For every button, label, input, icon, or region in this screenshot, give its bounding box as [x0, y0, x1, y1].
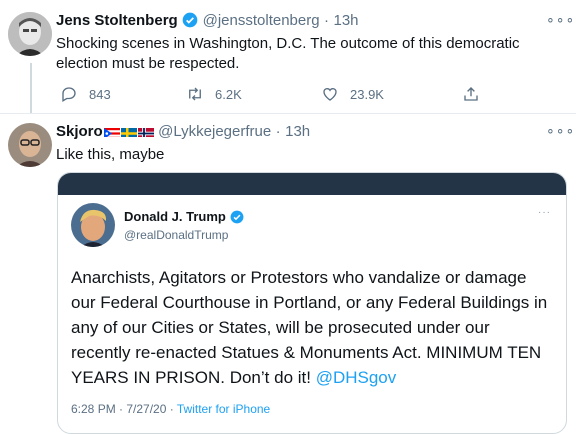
verified-icon: [230, 210, 244, 224]
embedded-timestamp: 6:28 PM · 7/27/20 ·: [71, 402, 174, 416]
author-handle[interactable]: @Lykkejegerfrue: [158, 123, 271, 140]
embedded-text-body: Anarchists, Agitators or Protestors who …: [71, 268, 548, 387]
avatar-jens[interactable]: [8, 12, 52, 56]
embedded-meta: 6:28 PM · 7/27/20 · Twitter for iPhone: [71, 402, 270, 416]
separator-dot: ·: [324, 12, 330, 29]
embedded-author-name: Donald J. Trump: [124, 209, 226, 224]
like-button[interactable]: 23.9K: [321, 85, 384, 103]
embedded-avatar-image: [71, 203, 115, 247]
embedded-author: Donald J. Trump @realDonaldTrump: [124, 208, 244, 242]
more-icon[interactable]: ∘∘∘: [546, 122, 575, 139]
avatar-skjoro[interactable]: [8, 123, 52, 167]
thread-line: [30, 63, 32, 113]
tweet-jens[interactable]: Jens Stoltenberg @jensstoltenberg · 13h …: [0, 0, 576, 113]
embedded-tweet-text: Anarchists, Agitators or Protestors who …: [71, 265, 551, 390]
tweet2-header: Skjoro @Lykkejegerfrue · 13h: [56, 123, 310, 141]
tweet1-header: Jens Stoltenberg @jensstoltenberg · 13h: [56, 12, 359, 30]
author-name[interactable]: Skjoro: [56, 123, 103, 140]
separator-dot: ·: [275, 123, 281, 140]
retweet-button[interactable]: 6.2K: [186, 85, 242, 103]
tweet-text: Like this, maybe: [56, 146, 165, 163]
like-count: 23.9K: [350, 86, 384, 102]
norway-flag-icon: [137, 126, 154, 137]
author-name[interactable]: Jens Stoltenberg: [56, 12, 178, 29]
embedded-avatar: [71, 203, 115, 247]
embedded-more-icon: ···: [538, 207, 551, 218]
more-icon[interactable]: ∘∘∘: [546, 11, 575, 28]
share-icon: [464, 87, 478, 101]
tweet-time[interactable]: 13h: [285, 123, 310, 140]
embedded-author-handle: @realDonaldTrump: [124, 228, 229, 242]
image-header-bar: [58, 173, 566, 195]
embedded-mention: @DHSgov: [315, 368, 397, 387]
reply-icon: [62, 87, 76, 102]
sweden-flag-icon: [120, 126, 137, 137]
avatar-skjoro-image: [8, 123, 52, 167]
puerto-rico-flag-icon: [103, 126, 120, 137]
author-handle[interactable]: @jensstoltenberg: [203, 12, 320, 29]
reply-count: 843: [89, 86, 111, 102]
tweet-text: Shocking scenes in Washington, D.C. The …: [56, 35, 520, 72]
like-icon: [323, 88, 337, 101]
retweet-icon: [189, 87, 201, 101]
retweet-count: 6.2K: [215, 86, 242, 102]
attached-image[interactable]: Donald J. Trump @realDonaldTrump ··· Ana…: [57, 172, 567, 434]
avatar-jens-image: [8, 12, 52, 56]
share-button[interactable]: [462, 85, 491, 103]
embedded-source: Twitter for iPhone: [176, 402, 271, 416]
verified-icon: [182, 12, 198, 28]
tweet-time[interactable]: 13h: [333, 12, 358, 29]
reply-button[interactable]: 843: [60, 85, 111, 103]
tweet-actions: 843 6.2K 23.9K: [56, 84, 486, 104]
